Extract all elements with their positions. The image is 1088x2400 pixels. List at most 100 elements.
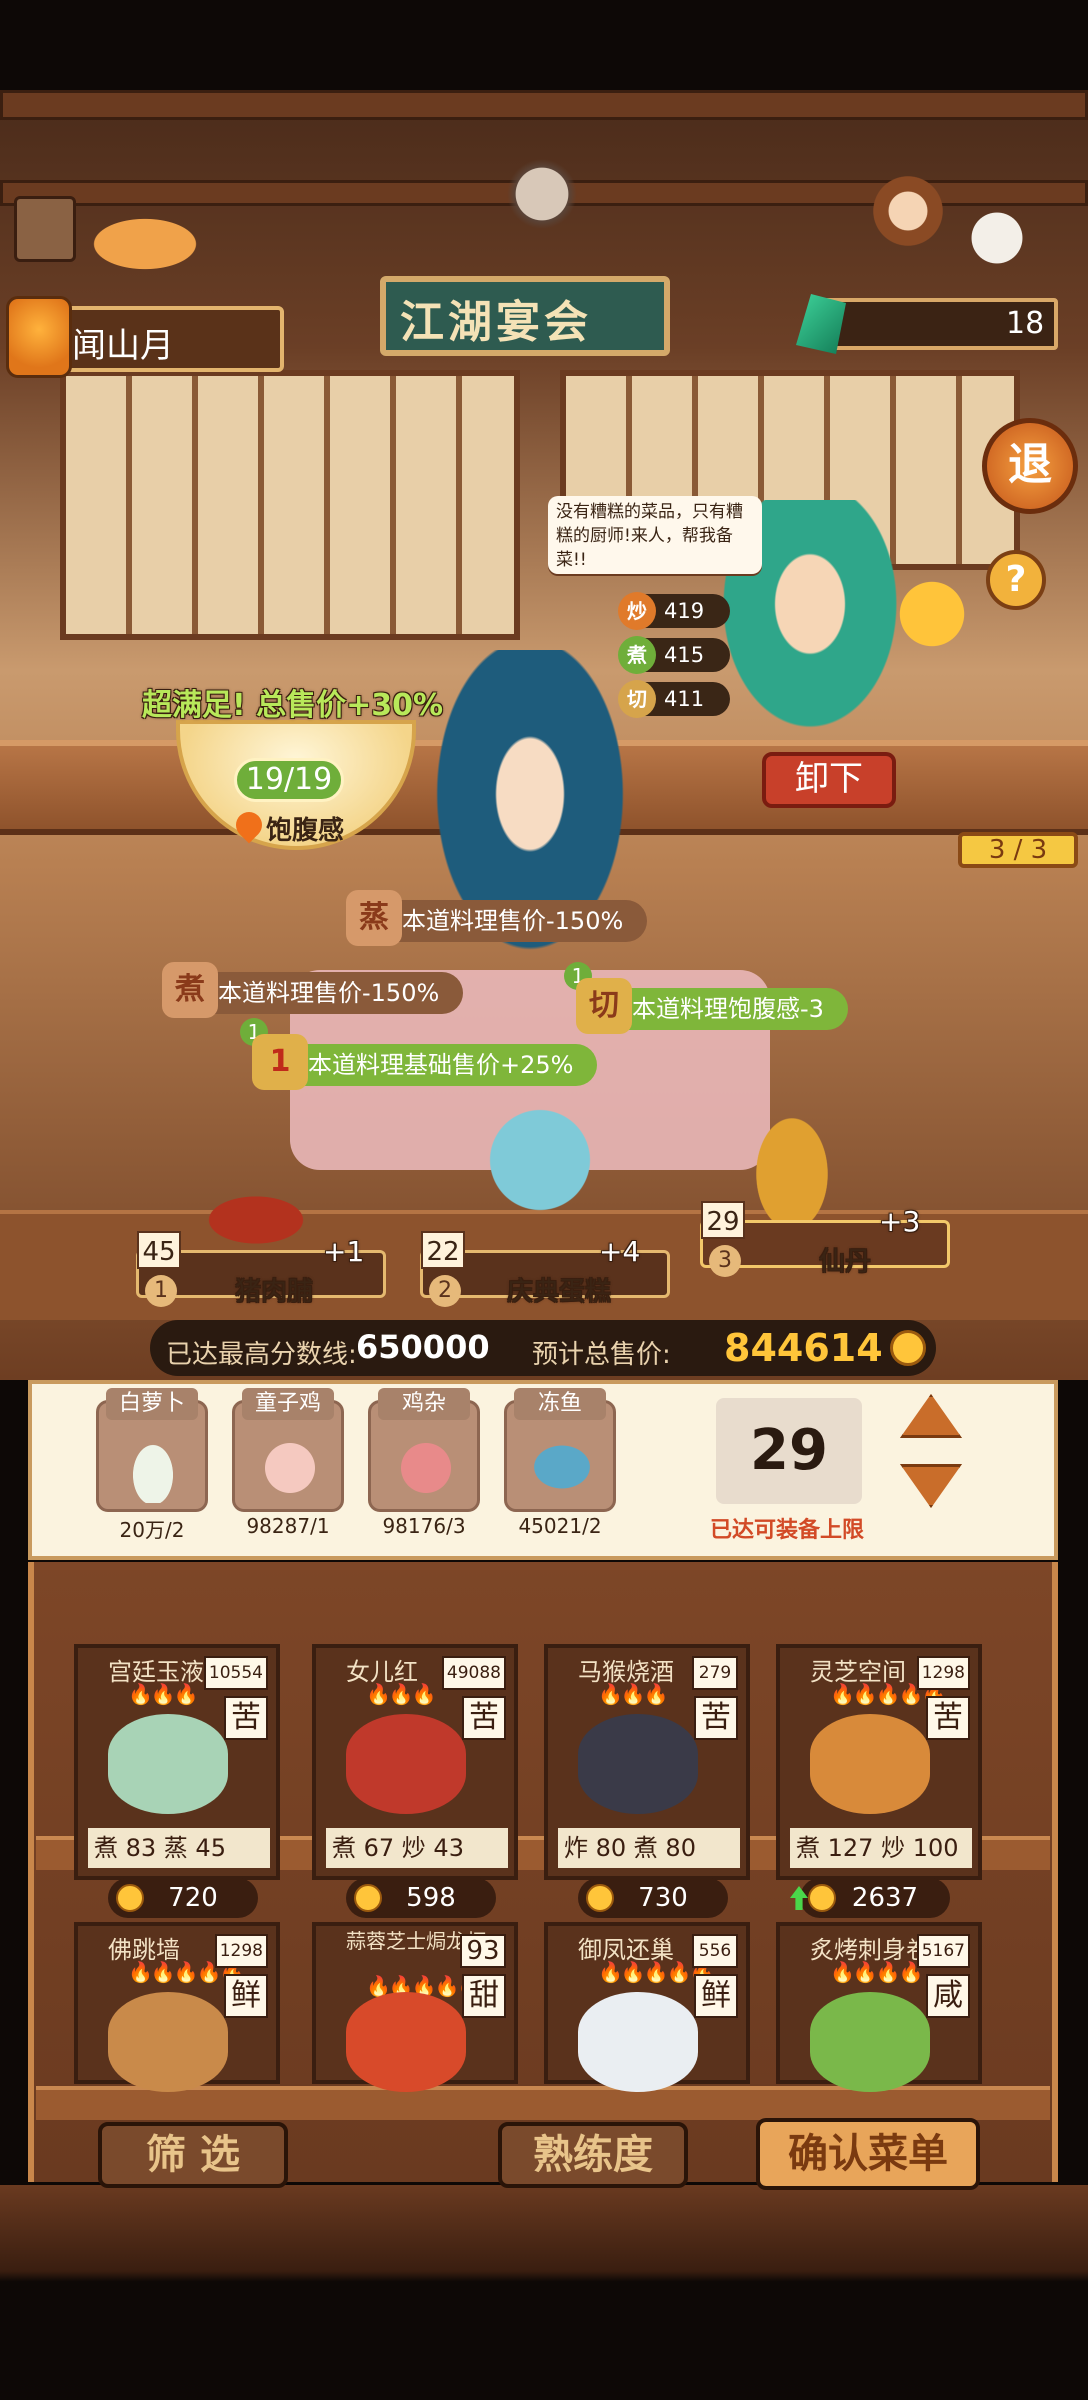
wine-jar-icon bbox=[346, 1714, 466, 1814]
flame-icon: 🔥🔥🔥🔥 bbox=[830, 1960, 924, 1984]
paw-sign-icon bbox=[14, 196, 76, 262]
coin-icon bbox=[116, 1884, 144, 1912]
monkey-wine-icon bbox=[578, 1714, 698, 1814]
wine-pot-icon bbox=[108, 1714, 228, 1814]
recipe-stats: 炸 80 煮 80 bbox=[558, 1828, 740, 1868]
effect-tag: 煮 本道料理售价-150% bbox=[162, 962, 464, 1018]
player-name: 闻山月 bbox=[72, 326, 174, 366]
player-avatar[interactable] bbox=[6, 296, 72, 378]
recipe-taste: 苦 bbox=[694, 1696, 738, 1740]
recipe-points: 49088 bbox=[441, 1656, 506, 1690]
recipe-card[interactable]: 灵芝空间 🔥🔥🔥🔥🔥 1298 苦 煮 127 炒 100 bbox=[776, 1644, 982, 1880]
lobster-icon bbox=[346, 1992, 466, 2092]
recipe-taste: 鲜 bbox=[224, 1974, 268, 2018]
cut-icon: 切 bbox=[576, 978, 632, 1034]
stir-fry-icon: 炒 bbox=[618, 592, 656, 630]
ingredient-qty: 45021/2 bbox=[518, 1514, 602, 1538]
exit-button[interactable]: 退 bbox=[982, 418, 1078, 514]
recipe-points: 93 bbox=[460, 1934, 506, 1968]
recipe-card[interactable]: 御凤还巢 🔥🔥🔥🔥🔥 556 鲜 bbox=[544, 1922, 750, 2092]
recipe-price: 598 bbox=[346, 1878, 496, 1918]
effect-text: 本道料理饱腹感-3 bbox=[632, 995, 824, 1023]
shelf bbox=[36, 2086, 1050, 2120]
radish-icon bbox=[125, 1433, 181, 1503]
served-dish-1[interactable]: 45 1 猪肉脯 +1 bbox=[136, 1231, 386, 1307]
filter-button[interactable]: 筛 选 bbox=[98, 2122, 288, 2188]
served-dish-2[interactable]: 22 2 庆典蛋糕 +4 bbox=[420, 1231, 670, 1307]
gem-count: 18 bbox=[1006, 306, 1045, 341]
coin-icon bbox=[354, 1884, 382, 1912]
max-score-value: 650000 bbox=[356, 1328, 490, 1366]
cut-icon: 切 bbox=[618, 680, 656, 718]
recipe-card[interactable]: 炙烤刺身卷 🔥🔥🔥🔥 5167 咸 bbox=[776, 1922, 982, 2092]
roof-beam bbox=[0, 90, 1088, 120]
dish-name: 庆典蛋糕 bbox=[507, 1277, 612, 1307]
ingredient-qty: 20万/2 bbox=[119, 1518, 185, 1542]
bee-pet-icon bbox=[890, 574, 974, 654]
skill-value: 419 bbox=[664, 599, 705, 623]
recipe-points: 1298 bbox=[214, 1934, 268, 1968]
equip-count: 29 bbox=[716, 1398, 862, 1504]
price-value: 720 bbox=[168, 1883, 218, 1913]
dish-bonus: +1 bbox=[323, 1235, 365, 1268]
lingzhi-pot-icon bbox=[810, 1714, 930, 1814]
recipe-card[interactable]: 女儿红 🔥🔥🔥 49088 苦 煮 67 炒 43 bbox=[312, 1644, 518, 1880]
banquet-title: 江湖宴会 bbox=[400, 297, 592, 348]
pork-jerky-icon bbox=[196, 1190, 316, 1250]
recipe-price: 720 bbox=[108, 1878, 258, 1918]
price-value: 598 bbox=[406, 1883, 456, 1913]
dish-index: 2 bbox=[429, 1275, 461, 1307]
recipe-points: 5167 bbox=[916, 1934, 970, 1968]
recipe-taste: 苦 bbox=[926, 1696, 970, 1740]
recipe-taste: 咸 bbox=[926, 1974, 970, 2018]
effect-tag: 1 切 本道料理饱腹感-3 bbox=[564, 962, 848, 1034]
effect-text: 本道料理售价-150% bbox=[402, 907, 624, 935]
celebration-cake-icon bbox=[470, 1090, 610, 1230]
ingredient-qty: 98287/1 bbox=[246, 1514, 330, 1538]
recipe-card[interactable]: 蒜蓉芝士焗龙虾 🔥🔥🔥🔥🔥 93 甜 bbox=[312, 1922, 518, 2092]
boil-icon: 煮 bbox=[162, 962, 218, 1018]
recipe-price: 730 bbox=[578, 1878, 728, 1918]
sashimi-roll-icon bbox=[810, 1992, 930, 2092]
served-dish-3[interactable]: 29 3 仙丹 +3 bbox=[700, 1201, 950, 1277]
recipe-card[interactable]: 佛跳墙 🔥🔥🔥🔥🔥 1298 鲜 bbox=[74, 1922, 280, 2092]
skill-stir-fry: 炒 419 bbox=[618, 592, 730, 630]
skill-boil: 煮 415 bbox=[618, 636, 730, 674]
dish-name: 猪肉脯 bbox=[235, 1277, 314, 1307]
recipe-card[interactable]: 马猴烧酒 🔥🔥🔥 279 苦 炸 80 煮 80 bbox=[544, 1644, 750, 1880]
paper-window-left bbox=[60, 370, 520, 640]
dish-count: 45 bbox=[137, 1231, 181, 1269]
recipe-stats: 煮 67 炒 43 bbox=[326, 1828, 508, 1868]
satisfaction-text: 超满足! 总售价+30% bbox=[142, 688, 444, 723]
dish-bonus: +4 bbox=[599, 1235, 641, 1268]
ingredient-name: 鸡杂 bbox=[378, 1388, 470, 1420]
gourd-icon bbox=[742, 1096, 842, 1226]
coin-icon bbox=[808, 1884, 836, 1912]
speech-bubble: 没有糟糕的菜品，只有糟糕的厨师!来人，帮我备菜!! bbox=[548, 496, 762, 574]
flame-icon: 🔥🔥🔥 bbox=[598, 1682, 669, 1706]
recipe-points: 1298 bbox=[916, 1656, 970, 1690]
ingredient-name: 白萝卜 bbox=[106, 1388, 198, 1420]
total-price-label: 预计总售价: bbox=[532, 1340, 671, 1370]
white-cat-icon bbox=[960, 196, 1034, 280]
total-price-value: 844614 bbox=[724, 1326, 883, 1370]
dish-count: 29 bbox=[701, 1201, 745, 1239]
confirm-menu-button[interactable]: 确认菜单 bbox=[756, 2118, 980, 2190]
soup-pot-icon bbox=[108, 1992, 228, 2092]
unload-button[interactable]: 卸下 bbox=[762, 752, 896, 808]
flame-icon: 🔥🔥🔥 bbox=[366, 1682, 437, 1706]
recipe-card[interactable]: 宫廷玉液酒 🔥🔥🔥 10554 苦 煮 83 蒸 45 bbox=[74, 1644, 280, 1880]
recipe-stats: 煮 127 炒 100 bbox=[790, 1828, 972, 1868]
help-button[interactable]: ? bbox=[986, 550, 1046, 610]
recipe-points: 10554 bbox=[203, 1656, 268, 1690]
rank-icon: 1 bbox=[252, 1034, 308, 1090]
equip-limit-label: 已达可装备上限 bbox=[710, 1518, 865, 1543]
phoenix-nest-icon bbox=[578, 1992, 698, 2092]
proficiency-button[interactable]: 熟练度 bbox=[498, 2122, 688, 2188]
chicken-icon bbox=[255, 1433, 325, 1503]
price-value: 730 bbox=[638, 1883, 688, 1913]
effect-text: 本道料理基础售价+25% bbox=[308, 1051, 574, 1079]
dish-name: 仙丹 bbox=[819, 1247, 872, 1277]
bottom-bar bbox=[0, 2185, 1088, 2400]
price-value: 2637 bbox=[851, 1883, 919, 1913]
